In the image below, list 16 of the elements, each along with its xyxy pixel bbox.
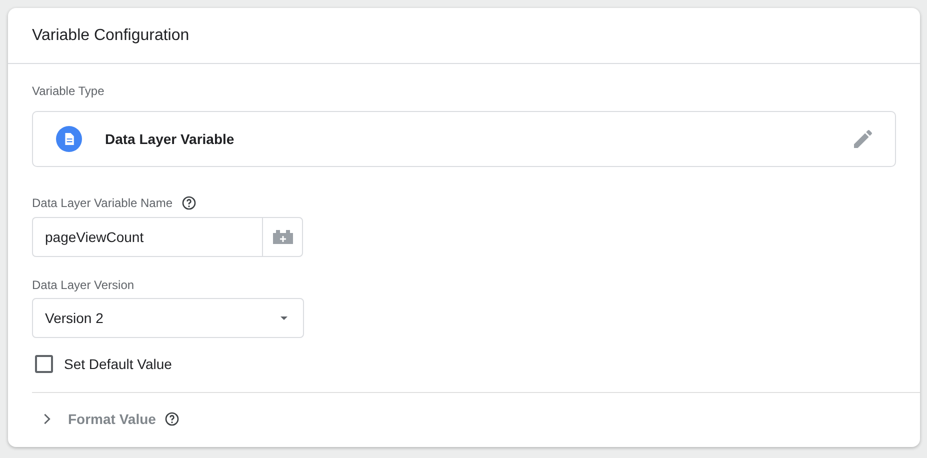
- pencil-icon[interactable]: [851, 127, 875, 151]
- variable-picker-button[interactable]: [262, 217, 303, 257]
- help-icon[interactable]: [180, 195, 197, 211]
- checkbox[interactable]: [35, 355, 53, 373]
- section-toggle[interactable]: Format Value: [68, 411, 156, 427]
- card-title: Variable Configuration: [32, 26, 190, 44]
- variable-type-box[interactable]: Data Layer Variable: [32, 111, 896, 167]
- help-icon[interactable]: [164, 411, 180, 427]
- field-label: Variable Type: [32, 84, 104, 98]
- checkbox-label: Set Default Value: [64, 356, 172, 372]
- field-label: Data Layer Version: [32, 278, 134, 292]
- field-label: Data Layer Variable Name: [32, 196, 173, 210]
- version-dropdown[interactable]: Version 2: [32, 298, 304, 338]
- document-icon: [56, 126, 82, 152]
- text-field[interactable]: pageViewCount: [32, 217, 262, 257]
- variable-type-name: Data Layer Variable: [105, 131, 236, 147]
